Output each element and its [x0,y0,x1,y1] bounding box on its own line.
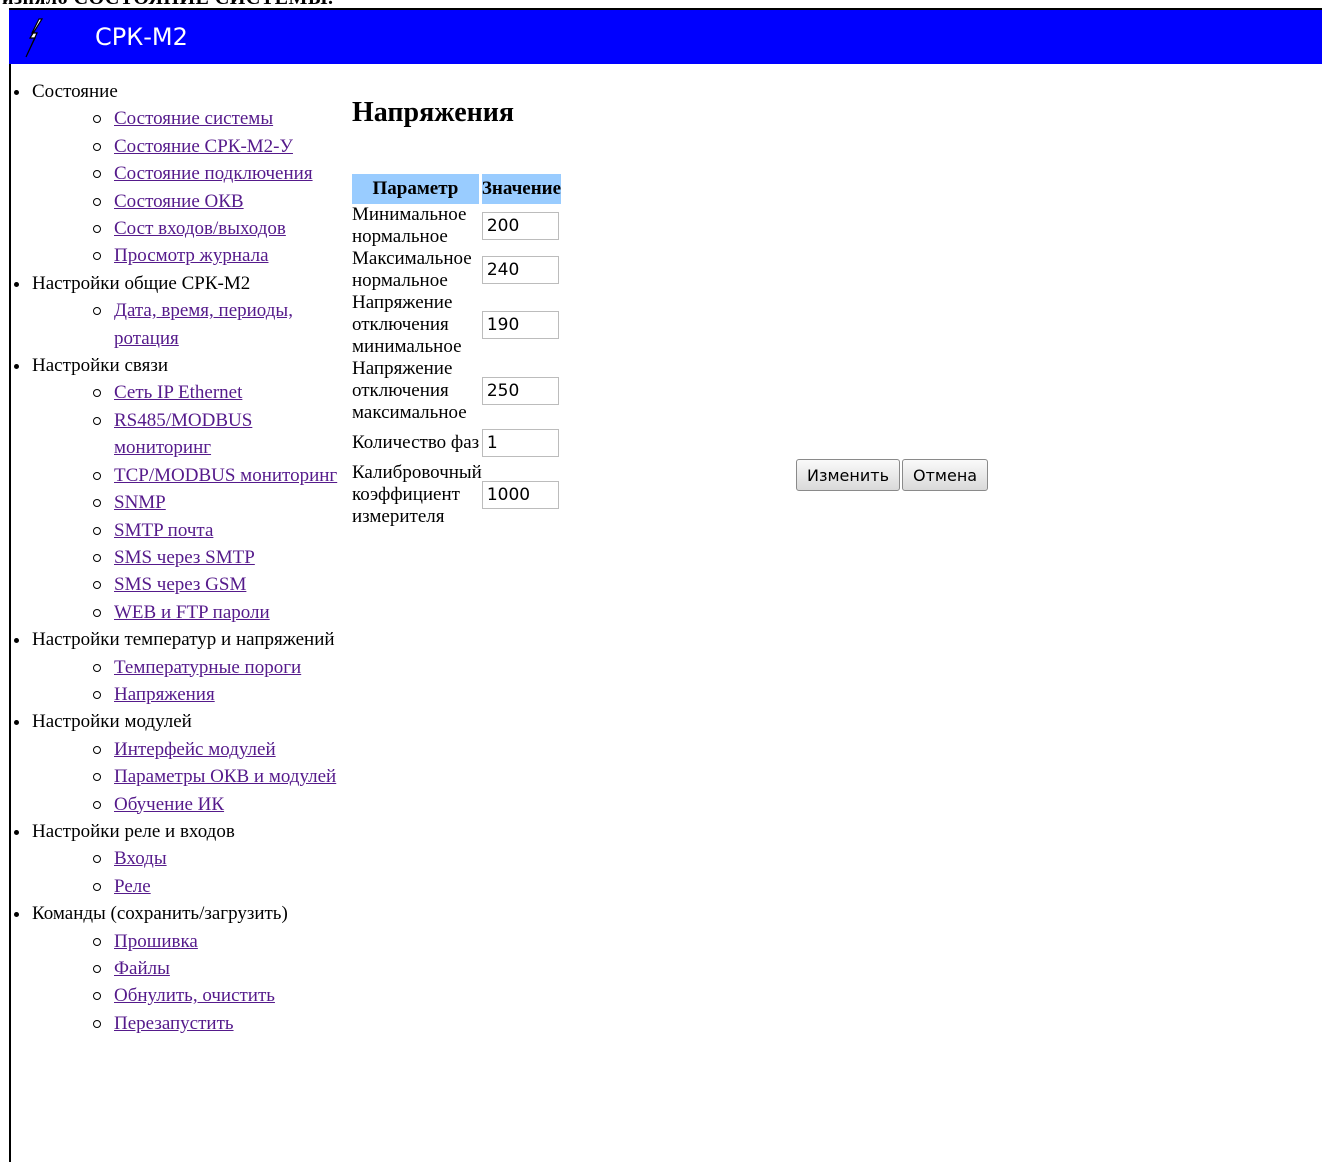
nav-link[interactable]: Обнулить, очистить [114,985,275,1006]
sidebar-category-relay-inputs: Настройки реле и входов Входы Реле [9,818,339,900]
sidebar-item-snmp: SNMP [32,489,339,516]
table-row: Калибровочный коэффициент измерителя 100… [352,462,561,528]
sidebar-item-rs485: RS485/MODBUS мониторинг [32,407,339,462]
lightning-logo-icon [25,18,44,58]
sidebar-item-relay: Реле [32,873,339,900]
nav-link[interactable]: RS485/MODBUS мониторинг [114,410,252,458]
cancel-button[interactable]: Отмена [902,459,989,491]
nav-link[interactable]: Перезапустить [114,1013,234,1034]
category-label: Настройки связи [32,355,169,377]
sidebar-item-connection-status: Состояние подключения [32,160,339,187]
sidebar-item-ir-learning: Обучение ИК [32,791,339,818]
table-row: Напряжение отключения минимальное 190 [352,292,561,358]
sidebar-item-smtp: SMTP почта [32,517,339,544]
page-title: Напряжения [352,97,515,128]
sidebar-item-log-view: Просмотр журнала [32,242,339,269]
table-row: Количество фаз 1 [352,424,561,462]
column-header-param: Параметр [352,174,482,204]
sidebar-nav: Состояние Состояние системы Состояние СР… [9,78,339,1037]
calibration-factor-input[interactable]: 1000 [481,481,559,509]
nav-link[interactable]: Файлы [114,958,170,979]
cutoff-min-input[interactable]: 190 [481,311,559,339]
sidebar-item-web-ftp: WEB и FTP пароли [32,599,339,626]
phase-count-input[interactable]: 1 [481,429,559,457]
sidebar-item-restart: Перезапустить [32,1010,339,1037]
param-label: Количество фаз [352,432,480,453]
cutoff-max-input[interactable]: 250 [481,377,559,405]
nav-link[interactable]: Реле [114,876,151,897]
nav-link[interactable]: Состояние СРК-М2-У [114,136,293,157]
sidebar-item-datetime: Дата, время, периоды, ротация [32,297,339,352]
sidebar-category-status: Состояние Состояние системы Состояние СР… [9,78,339,270]
category-label: Настройки общие СРК-М2 [32,272,251,294]
param-label: Калибровочный коэффициент измерителя [352,462,482,527]
category-label: Настройки реле и входов [32,820,235,842]
nav-link[interactable]: Температурные пороги [114,657,301,678]
nav-link[interactable]: Состояние ОКВ [114,191,244,212]
submit-button[interactable]: Изменить [796,459,900,491]
sidebar-item-okv-status: Состояние ОКВ [32,188,339,215]
sidebar-item-voltages: Напряжения [32,681,339,708]
nav-link[interactable]: Состояние подключения [114,163,313,184]
nav-link[interactable]: SMTP почта [114,520,213,541]
param-label: Максимальное нормальное [352,248,472,291]
app-header: СРК-М2 [9,8,1322,64]
table-row: Минимальное нормальное 200 [352,204,561,248]
nav-link[interactable]: SMS через GSM [114,574,246,595]
param-label: Минимальное нормальное [352,204,467,247]
sidebar-item-inputs: Входы [32,845,339,872]
table-row: Напряжение отключения максимальное 250 [352,358,561,424]
nav-link[interactable]: Параметры ОКВ и модулей [114,766,336,787]
category-label: Настройки модулей [32,711,192,733]
sidebar-item-sms-gsm: SMS через GSM [32,571,339,598]
nav-link[interactable]: WEB и FTP пароли [114,602,270,623]
sidebar-item-reset-clear: Обнулить, очистить [32,982,339,1009]
nav-link[interactable]: Состояние системы [114,108,273,129]
nav-link[interactable]: TCP/MODBUS мониторинг [114,465,337,486]
sidebar-item-okv-params: Параметры ОКВ и модулей [32,763,339,790]
nav-link[interactable]: Сеть IP Ethernet [114,382,242,403]
nav-link[interactable]: Напряжения [114,684,215,705]
sidebar-category-connection-settings: Настройки связи Сеть IP Ethernet RS485/M… [9,352,339,626]
nav-link[interactable]: Обучение ИК [114,794,224,815]
page-frame: СРК-М2 Состояние Состояние системы Состо… [9,8,1322,1162]
sidebar-item-firmware: Прошивка [32,928,339,955]
sidebar-item-tcp-modbus: TCP/MODBUS мониторинг [32,462,339,489]
nav-link[interactable]: SNMP [114,492,166,513]
min-normal-input[interactable]: 200 [481,212,559,240]
sidebar-item-sms-smtp: SMS через SMTP [32,544,339,571]
sidebar-item-files: Файлы [32,955,339,982]
sidebar-category-temp-voltage: Настройки температур и напряжений Темпер… [9,626,339,708]
main-content: Напряжения Параметр Значение Минимальное… [352,96,989,527]
sidebar-category-modules: Настройки модулей Интерфейс модулей Пара… [9,708,339,818]
category-label: Состояние [32,81,118,102]
form-buttons: Изменить Отмена [796,459,989,491]
nav-link[interactable]: Интерфейс модулей [114,739,276,760]
sidebar-item-ethernet: Сеть IP Ethernet [32,379,339,406]
sidebar-item-system-status: Состояние системы [32,105,339,132]
sidebar-category-general-settings: Настройки общие СРК-М2 Дата, время, пери… [9,270,339,352]
sidebar-item-io-status: Сост входов/выходов [32,215,339,242]
param-label: Напряжение отключения максимальное [352,358,467,423]
nav-link[interactable]: Дата, время, периоды, ротация [114,300,293,348]
param-label: Напряжение отключения минимальное [352,292,462,357]
category-label: Настройки температур и напряжений [32,629,335,651]
nav-link[interactable]: Просмотр журнала [114,245,269,266]
column-header-value: Значение [481,174,562,204]
table-header-row: Параметр Значение [352,174,562,204]
nav-link[interactable]: SMS через SMTP [114,547,255,568]
sidebar-item-module-interface: Интерфейс модулей [32,736,339,763]
nav-link[interactable]: Сост входов/выходов [114,218,286,239]
voltage-params-table: Параметр Значение Минимальное нормальное… [352,174,562,528]
sidebar-item-temp-thresholds: Температурные пороги [32,654,339,681]
table-row: Максимальное нормальное 240 [352,248,561,292]
max-normal-input[interactable]: 240 [481,256,559,284]
category-label: Команды (сохранить/загрузить) [32,903,288,925]
sidebar-tree: Состояние Состояние системы Состояние СР… [9,78,339,1037]
sidebar-category-commands: Команды (сохранить/загрузить) Прошивка Ф… [9,900,339,1037]
app-title: СРК-М2 [95,23,188,51]
nav-link[interactable]: Входы [114,848,167,869]
sidebar-item-srk-status: Состояние СРК-М2-У [32,133,339,160]
nav-link[interactable]: Прошивка [114,931,198,952]
